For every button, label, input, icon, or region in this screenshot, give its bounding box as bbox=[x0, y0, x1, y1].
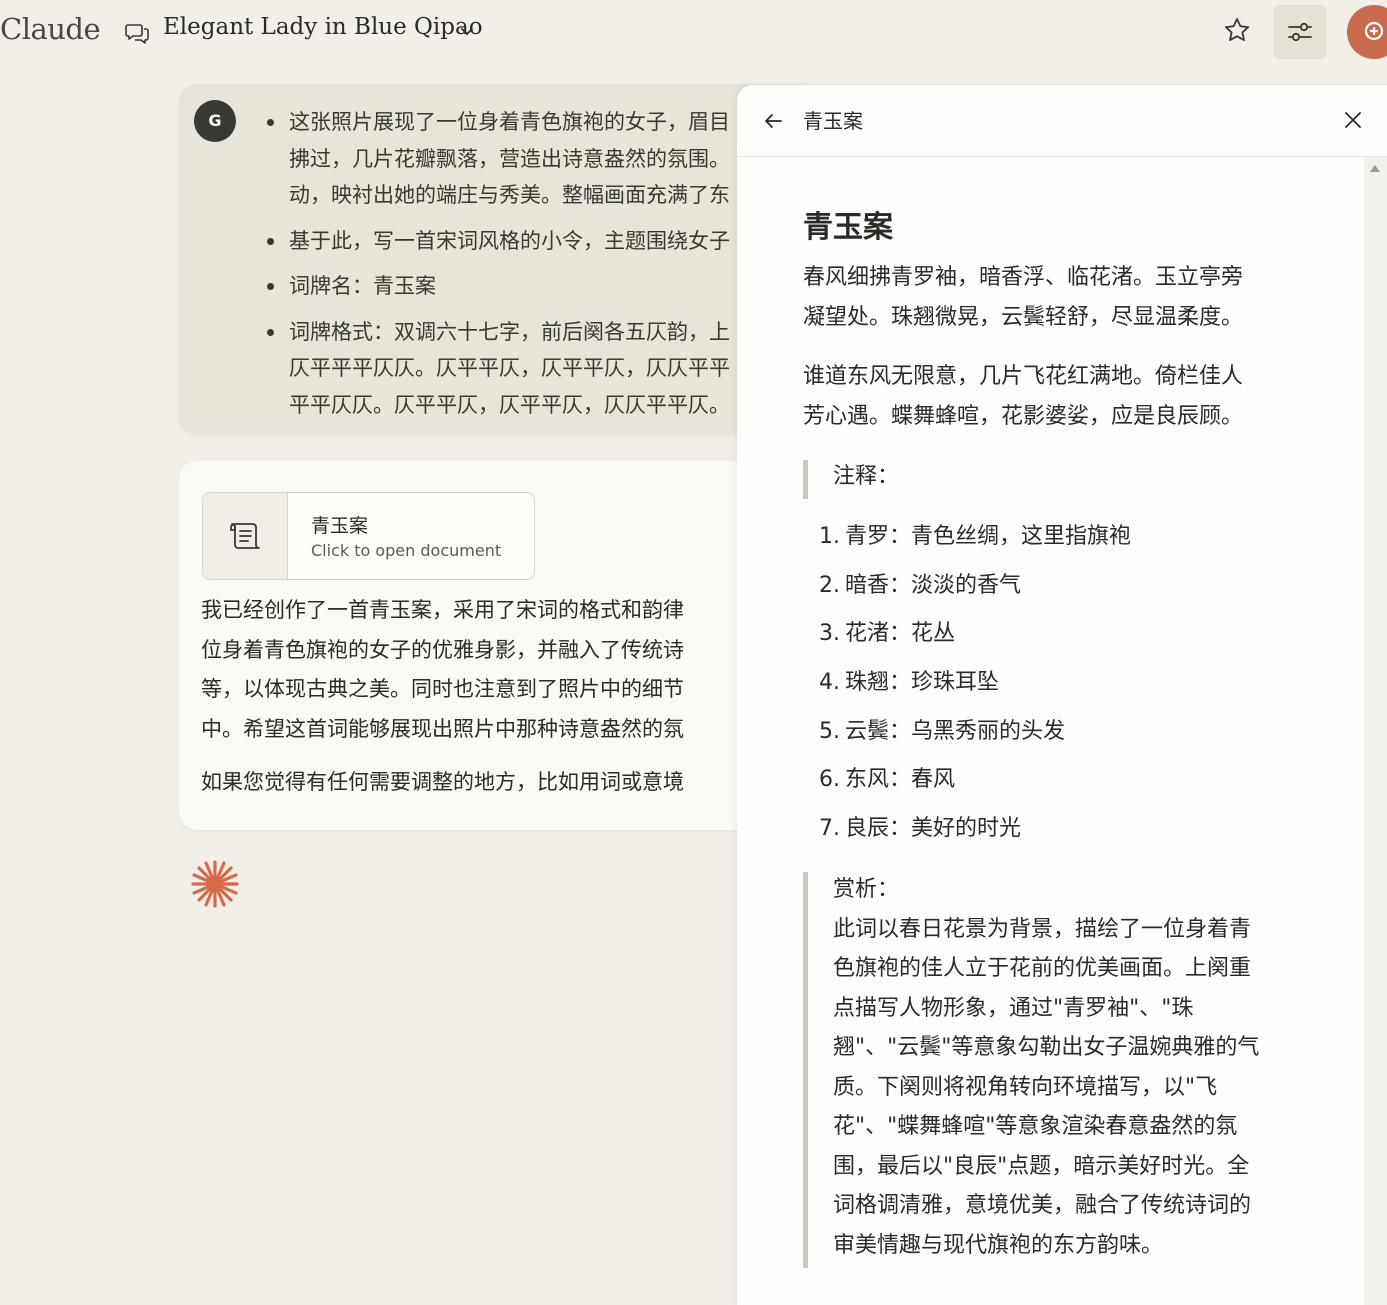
document-subtitle: Click to open document bbox=[311, 541, 502, 560]
artifact-panel: 青玉案 青玉案 春风细拂青罗袖，暗香浮、临花渚。玉立亭旁 凝望处。珠翘微晃，云鬓… bbox=[737, 85, 1387, 1305]
list-item: 1. 青罗：青色丝绸，这里指旗袍 bbox=[819, 524, 1132, 549]
sliders-icon bbox=[1288, 22, 1312, 42]
scrollbar[interactable] bbox=[1364, 157, 1387, 1305]
artifact-header: 青玉案 bbox=[737, 85, 1387, 157]
poem-stanza: 春风细拂青罗袖，暗香浮、临花渚。玉立亭旁 凝望处。珠翘微晃，云鬓轻舒，尽显温柔度… bbox=[803, 265, 1244, 330]
notes-label: 注释： bbox=[833, 464, 900, 489]
user-message: G 这张照片展现了一位身着青色旗袍的女子，眉目 拂过，几片花瓣飘落，营造出诗意盎… bbox=[179, 84, 819, 434]
document-card[interactable]: 青玉案 Click to open document bbox=[202, 492, 535, 580]
notes-list: 1. 青罗：青色丝绸，这里指旗袍 2. 暗香：淡淡的香气 3. 花渚：花丛 4. 珠翘：… bbox=[819, 517, 1131, 858]
document-icon-box bbox=[203, 493, 288, 579]
list-item: 2. 暗香：淡淡的香气 bbox=[819, 572, 1022, 598]
settings-button[interactable] bbox=[1273, 5, 1327, 59]
top-bar: Claude Elegant Lady in Blue Qipao bbox=[0, 0, 1387, 62]
assistant-message: 青玉案 Click to open document 我已经创作了一首青玉案，采… bbox=[179, 461, 819, 830]
list-item: 7. 良辰：美好的时光 bbox=[819, 816, 1022, 842]
search-plus-icon bbox=[1364, 21, 1384, 41]
scroll-up-arrow-icon[interactable] bbox=[1370, 165, 1380, 172]
list-item: 4. 珠翘：珍珠耳坠 bbox=[819, 670, 1000, 696]
user-avatar: G bbox=[194, 100, 236, 142]
blockquote-bar bbox=[803, 460, 808, 499]
new-chat-button[interactable] bbox=[1347, 5, 1387, 59]
scroll-document-icon bbox=[230, 523, 260, 549]
arrow-left-icon[interactable] bbox=[762, 110, 784, 132]
assistant-paragraph: 如果您觉得有任何需要调整的地方，比如用词或意境 bbox=[201, 770, 684, 794]
assistant-paragraph: 我已经创作了一首青玉案，采用了宋词的格式和韵律 位身着青色旗袍的女子的优雅身影，… bbox=[201, 598, 684, 741]
chevron-down-icon[interactable] bbox=[458, 22, 476, 40]
blockquote-bar bbox=[803, 872, 808, 1268]
close-icon[interactable] bbox=[1343, 110, 1363, 130]
artifact-title: 青玉案 bbox=[803, 109, 863, 133]
star-icon bbox=[1224, 18, 1250, 41]
star-button[interactable] bbox=[1219, 12, 1255, 50]
claude-logo[interactable]: Claude bbox=[0, 12, 101, 46]
claude-spark-icon bbox=[191, 860, 239, 908]
analysis-text: 赏析： 此词以春日花景为背景，描绘了一位身着青 色旗袍的佳人立于花前的优美画面。… bbox=[833, 877, 1260, 1258]
chat-bubbles-icon bbox=[125, 24, 149, 44]
list-item: 3. 花渚：花丛 bbox=[819, 621, 956, 647]
conversation-title[interactable]: Elegant Lady in Blue Qipao bbox=[163, 14, 483, 40]
list-item: 6. 东风：春风 bbox=[819, 767, 956, 793]
poem-heading: 青玉案 bbox=[803, 210, 893, 245]
document-title: 青玉案 bbox=[311, 515, 369, 537]
list-item: 5. 云鬓：乌黑秀丽的头发 bbox=[819, 718, 1066, 744]
poem-stanza: 谁道东风无限意，几片飞花红满地。倚栏佳人 芳心遇。蝶舞蜂喧，花影婆娑，应是良辰顾… bbox=[803, 364, 1244, 429]
